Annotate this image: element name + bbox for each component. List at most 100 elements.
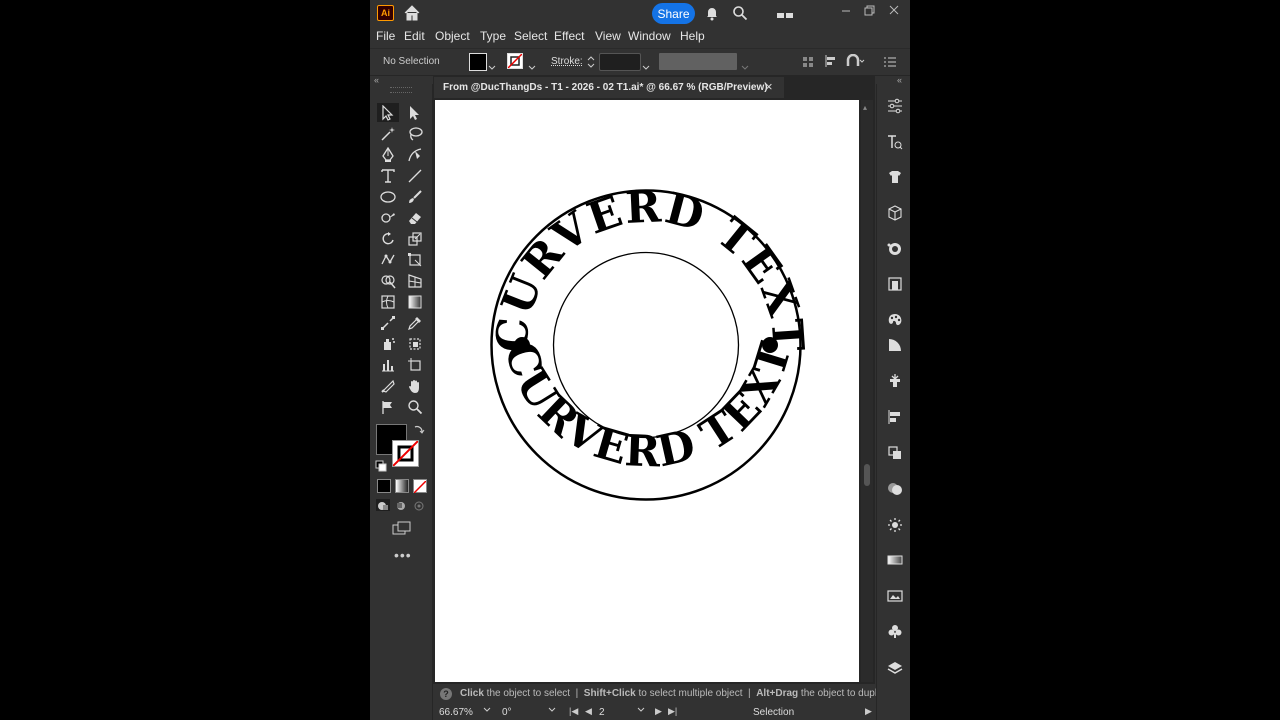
type-icon[interactable] bbox=[377, 166, 399, 185]
free-transform-icon[interactable] bbox=[404, 250, 426, 269]
rotate-icon[interactable] bbox=[377, 229, 399, 248]
mesh-icon[interactable] bbox=[377, 292, 399, 311]
artboard[interactable]: CURVERD TEXT CURVERD TEXT bbox=[435, 100, 859, 682]
align-to-icon[interactable] bbox=[802, 55, 814, 73]
menu-window[interactable]: Window bbox=[628, 29, 671, 43]
puppet-warp-icon[interactable] bbox=[377, 250, 399, 269]
zoom-icon[interactable] bbox=[404, 397, 426, 416]
screen-mode-icon[interactable] bbox=[392, 521, 412, 540]
document-tab[interactable]: From @DucThangDs - T1 - 2026 - 02 T1.ai*… bbox=[434, 77, 784, 98]
curvature-icon[interactable] bbox=[404, 145, 426, 164]
default-colors-icon[interactable] bbox=[375, 459, 387, 477]
align-left-icon[interactable] bbox=[824, 54, 838, 73]
properties-icon[interactable] bbox=[884, 95, 906, 117]
zoom-level[interactable]: 66.67% bbox=[439, 707, 473, 718]
line-icon[interactable] bbox=[404, 166, 426, 185]
selection-tool-icon[interactable] bbox=[377, 103, 399, 122]
layers-icon[interactable] bbox=[884, 657, 906, 679]
symbols-icon[interactable] bbox=[884, 514, 906, 536]
workspace-switcher-icon[interactable] bbox=[776, 8, 794, 18]
minimize-icon[interactable] bbox=[840, 3, 852, 17]
menu-select[interactable]: Select bbox=[514, 29, 547, 43]
stroke-weight-field[interactable] bbox=[599, 53, 641, 71]
draw-normal-icon[interactable] bbox=[376, 499, 390, 511]
brushes-icon[interactable] bbox=[884, 370, 906, 392]
status-menu-icon[interactable]: ▶ bbox=[865, 706, 872, 717]
menu-help[interactable]: Help bbox=[680, 29, 705, 43]
stroke-weight-stepper[interactable] bbox=[586, 54, 596, 70]
current-tool-name[interactable]: Selection bbox=[753, 707, 794, 718]
share-button[interactable]: Share bbox=[652, 3, 695, 24]
graph-icon[interactable] bbox=[377, 355, 399, 374]
gradient-panel-icon[interactable] bbox=[884, 549, 906, 571]
draw-behind-icon[interactable] bbox=[394, 499, 408, 511]
magic-wand-icon[interactable] bbox=[377, 124, 399, 143]
search-icon[interactable] bbox=[732, 5, 748, 21]
menu-edit[interactable]: Edit bbox=[404, 29, 425, 43]
draw-inside-icon[interactable] bbox=[412, 499, 426, 511]
fill-dropdown-icon[interactable] bbox=[488, 58, 496, 76]
fill-swatch[interactable] bbox=[469, 53, 487, 71]
blend-icon[interactable] bbox=[377, 313, 399, 332]
variable-width-profile[interactable] bbox=[659, 53, 737, 70]
artboard-icon[interactable] bbox=[404, 355, 426, 374]
none-mode-icon[interactable] bbox=[413, 479, 427, 494]
pathfinder-icon[interactable] bbox=[884, 478, 906, 500]
type-panel-icon[interactable] bbox=[884, 131, 906, 153]
scale-icon[interactable] bbox=[404, 229, 426, 248]
color-guide-icon[interactable] bbox=[884, 334, 906, 356]
menu-effect[interactable]: Effect bbox=[554, 29, 584, 43]
close-tab-icon[interactable]: × bbox=[765, 79, 773, 94]
libraries-icon[interactable] bbox=[884, 166, 906, 188]
eraser-icon[interactable] bbox=[404, 208, 426, 227]
perspective-icon[interactable] bbox=[404, 271, 426, 290]
gradient-mode-icon[interactable] bbox=[395, 479, 409, 493]
hand-icon[interactable] bbox=[404, 376, 426, 395]
next-artboard-icon[interactable]: ▶ bbox=[655, 706, 662, 717]
stroke-dropdown-icon[interactable] bbox=[528, 58, 536, 76]
menu-view[interactable]: View bbox=[595, 29, 621, 43]
pen-icon[interactable] bbox=[377, 145, 399, 164]
previous-artboard-icon[interactable]: ◀ bbox=[585, 706, 592, 717]
help-icon[interactable]: ? bbox=[440, 688, 452, 700]
last-artboard-icon[interactable]: ▶| bbox=[668, 706, 677, 717]
image-trace-icon[interactable] bbox=[884, 585, 906, 607]
first-artboard-icon[interactable]: |◀ bbox=[569, 706, 578, 717]
close-window-icon[interactable] bbox=[888, 3, 900, 17]
menu-type[interactable]: Type bbox=[480, 29, 506, 43]
artboard-number[interactable]: 2 bbox=[599, 707, 605, 718]
lasso-icon[interactable] bbox=[404, 124, 426, 143]
color-mode-icon[interactable] bbox=[377, 479, 391, 493]
live-paint-icon[interactable] bbox=[404, 334, 426, 353]
layer-flag-icon[interactable] bbox=[377, 397, 399, 416]
profile-dropdown-icon[interactable] bbox=[741, 58, 749, 76]
paintbrush-icon[interactable] bbox=[404, 187, 426, 206]
stroke-weight-dropdown-icon[interactable] bbox=[642, 58, 650, 76]
gradient-icon[interactable] bbox=[404, 292, 426, 311]
home-icon[interactable] bbox=[402, 4, 422, 22]
edit-toolbar-icon[interactable]: ••• bbox=[394, 547, 412, 563]
artboards-icon[interactable] bbox=[884, 273, 906, 295]
3d-icon[interactable] bbox=[884, 202, 906, 224]
panel-menu-icon[interactable] bbox=[884, 55, 896, 73]
swap-colors-icon[interactable] bbox=[413, 422, 425, 440]
shaper-icon[interactable] bbox=[377, 208, 399, 227]
rotation-dropdown-icon[interactable] bbox=[548, 706, 556, 717]
eyedropper-icon[interactable] bbox=[404, 313, 426, 332]
vertical-scrollbar[interactable]: ▴ ▾ bbox=[861, 100, 873, 699]
ellipse-icon[interactable] bbox=[377, 187, 399, 206]
slice-icon[interactable] bbox=[377, 376, 399, 395]
shape-builder-icon[interactable] bbox=[377, 271, 399, 290]
restore-icon[interactable] bbox=[864, 3, 876, 17]
magnet-icon[interactable] bbox=[846, 53, 866, 73]
align-icon[interactable] bbox=[884, 406, 906, 428]
direct-selection-tool-icon[interactable] bbox=[404, 103, 426, 122]
notifications-icon[interactable] bbox=[704, 5, 720, 21]
stroke-label[interactable]: Stroke: bbox=[551, 56, 583, 67]
rotation-value[interactable]: 0° bbox=[502, 707, 512, 718]
symbol-sprayer-icon[interactable] bbox=[377, 334, 399, 353]
graphic-styles-icon[interactable] bbox=[884, 620, 906, 642]
toolbox-grip[interactable] bbox=[390, 87, 412, 93]
color-icon[interactable] bbox=[884, 309, 906, 331]
menu-object[interactable]: Object bbox=[435, 29, 470, 43]
